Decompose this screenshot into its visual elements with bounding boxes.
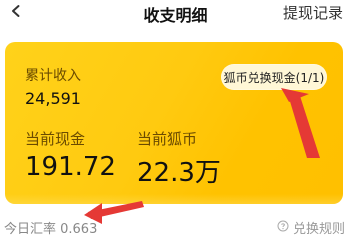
current-coin-value: 22.3万	[137, 158, 221, 188]
convert-coins-button[interactable]: 狐币兑换现金(1/1)	[221, 64, 327, 90]
income-value: 24,591	[25, 89, 81, 108]
withdraw-records-link[interactable]: 提现记录	[283, 2, 343, 23]
footer-bar: 今日汇率 0.663 兑换规则	[0, 212, 351, 244]
exchange-rate-text: 今日汇率 0.663	[4, 222, 98, 237]
exchange-rules-link[interactable]: 兑换规则	[277, 218, 345, 237]
balance-card: 累计收入 24,591 狐币兑换现金(1/1) 当前现金 191.72 当前狐币…	[5, 42, 343, 204]
current-coin-label: 当前狐币	[137, 130, 198, 148]
income-label: 累计收入	[25, 68, 81, 84]
page: 收支明细 提现记录 累计收入 24,591 狐币兑换现金(1/1) 当前现金 1…	[0, 0, 351, 244]
current-cash-label: 当前现金	[25, 130, 86, 148]
exchange-rules-label: 兑换规则	[292, 222, 345, 237]
top-bar: 收支明细 提现记录	[0, 0, 351, 28]
current-cash-value: 191.72	[25, 152, 116, 182]
question-circle-icon	[277, 220, 289, 236]
